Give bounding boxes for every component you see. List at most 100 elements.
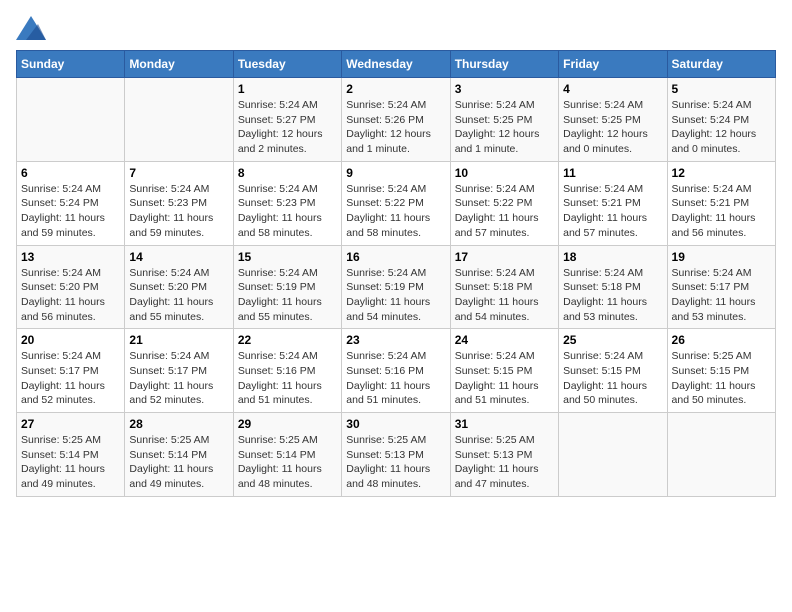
day-number: 27 (21, 417, 120, 431)
weekday-monday: Monday (125, 51, 233, 78)
day-number: 2 (346, 82, 445, 96)
calendar-cell: 26 Sunrise: 5:25 AM Sunset: 5:15 PM Dayli… (667, 329, 775, 413)
week-row-5: 27 Sunrise: 5:25 AM Sunset: 5:14 PM Dayli… (17, 413, 776, 497)
day-detail: Sunrise: 5:24 AM Sunset: 5:16 PM Dayligh… (346, 349, 445, 408)
day-number: 31 (455, 417, 554, 431)
day-detail: Sunrise: 5:24 AM Sunset: 5:20 PM Dayligh… (21, 266, 120, 325)
day-detail: Sunrise: 5:24 AM Sunset: 5:20 PM Dayligh… (129, 266, 228, 325)
day-detail: Sunrise: 5:24 AM Sunset: 5:22 PM Dayligh… (455, 182, 554, 241)
day-detail: Sunrise: 5:24 AM Sunset: 5:17 PM Dayligh… (21, 349, 120, 408)
calendar-cell: 3 Sunrise: 5:24 AM Sunset: 5:25 PM Daylig… (450, 78, 558, 162)
weekday-saturday: Saturday (667, 51, 775, 78)
calendar-cell: 6Sunrise: 5:24 AM Sunset: 5:24 PM Daylig… (17, 161, 125, 245)
day-detail: Sunrise: 5:25 AM Sunset: 5:14 PM Dayligh… (129, 433, 228, 492)
day-detail: Sunrise: 5:24 AM Sunset: 5:21 PM Dayligh… (563, 182, 662, 241)
week-row-1: 1Sunrise: 5:24 AM Sunset: 5:27 PM Daylig… (17, 78, 776, 162)
weekday-header-row: SundayMondayTuesdayWednesdayThursdayFrid… (17, 51, 776, 78)
day-detail: Sunrise: 5:24 AM Sunset: 5:23 PM Dayligh… (129, 182, 228, 241)
day-number: 22 (238, 333, 337, 347)
day-detail: Sunrise: 5:24 AM Sunset: 5:17 PM Dayligh… (129, 349, 228, 408)
day-number: 5 (672, 82, 771, 96)
day-number: 8 (238, 166, 337, 180)
day-detail: Sunrise: 5:24 AM Sunset: 5:19 PM Dayligh… (346, 266, 445, 325)
day-detail: Sunrise: 5:25 AM Sunset: 5:14 PM Dayligh… (238, 433, 337, 492)
calendar-cell: 5Sunrise: 5:24 AM Sunset: 5:24 PM Daylig… (667, 78, 775, 162)
day-number: 17 (455, 250, 554, 264)
weekday-thursday: Thursday (450, 51, 558, 78)
calendar-cell: 20 Sunrise: 5:24 AM Sunset: 5:17 PM Dayli… (17, 329, 125, 413)
calendar-cell: 8 Sunrise: 5:24 AM Sunset: 5:23 PM Daylig… (233, 161, 341, 245)
calendar-cell (559, 413, 667, 497)
calendar-cell: 7Sunrise: 5:24 AM Sunset: 5:23 PM Daylig… (125, 161, 233, 245)
day-detail: Sunrise: 5:24 AM Sunset: 5:24 PM Dayligh… (21, 182, 120, 241)
calendar-cell: 23 Sunrise: 5:24 AM Sunset: 5:16 PM Dayli… (342, 329, 450, 413)
day-detail: Sunrise: 5:24 AM Sunset: 5:15 PM Dayligh… (455, 349, 554, 408)
weekday-friday: Friday (559, 51, 667, 78)
day-detail: Sunrise: 5:24 AM Sunset: 5:21 PM Dayligh… (672, 182, 771, 241)
day-detail: Sunrise: 5:24 AM Sunset: 5:18 PM Dayligh… (455, 266, 554, 325)
logo (16, 16, 50, 40)
day-number: 12 (672, 166, 771, 180)
day-number: 19 (672, 250, 771, 264)
calendar-cell (17, 78, 125, 162)
day-number: 26 (672, 333, 771, 347)
day-number: 24 (455, 333, 554, 347)
weekday-sunday: Sunday (17, 51, 125, 78)
header (16, 16, 776, 40)
calendar-cell: 14Sunrise: 5:24 AM Sunset: 5:20 PM Dayli… (125, 245, 233, 329)
logo-icon (16, 16, 46, 40)
calendar-cell: 24 Sunrise: 5:24 AM Sunset: 5:15 PM Dayli… (450, 329, 558, 413)
day-number: 23 (346, 333, 445, 347)
calendar-cell: 18 Sunrise: 5:24 AM Sunset: 5:18 PM Dayli… (559, 245, 667, 329)
calendar-cell: 16 Sunrise: 5:24 AM Sunset: 5:19 PM Dayli… (342, 245, 450, 329)
day-number: 20 (21, 333, 120, 347)
day-detail: Sunrise: 5:24 AM Sunset: 5:22 PM Dayligh… (346, 182, 445, 241)
calendar-cell (667, 413, 775, 497)
calendar-cell: 29Sunrise: 5:25 AM Sunset: 5:14 PM Dayli… (233, 413, 341, 497)
day-number: 21 (129, 333, 228, 347)
day-detail: Sunrise: 5:25 AM Sunset: 5:13 PM Dayligh… (346, 433, 445, 492)
day-number: 15 (238, 250, 337, 264)
week-row-4: 20 Sunrise: 5:24 AM Sunset: 5:17 PM Dayli… (17, 329, 776, 413)
day-number: 11 (563, 166, 662, 180)
day-number: 16 (346, 250, 445, 264)
day-number: 13 (21, 250, 120, 264)
day-detail: Sunrise: 5:24 AM Sunset: 5:18 PM Dayligh… (563, 266, 662, 325)
day-number: 3 (455, 82, 554, 96)
day-detail: Sunrise: 5:25 AM Sunset: 5:15 PM Dayligh… (672, 349, 771, 408)
day-detail: Sunrise: 5:25 AM Sunset: 5:13 PM Dayligh… (455, 433, 554, 492)
calendar-cell: 11 Sunrise: 5:24 AM Sunset: 5:21 PM Dayli… (559, 161, 667, 245)
calendar-cell: 17 Sunrise: 5:24 AM Sunset: 5:18 PM Dayli… (450, 245, 558, 329)
calendar-cell: 10Sunrise: 5:24 AM Sunset: 5:22 PM Dayli… (450, 161, 558, 245)
calendar-cell: 31 Sunrise: 5:25 AM Sunset: 5:13 PM Dayli… (450, 413, 558, 497)
day-detail: Sunrise: 5:24 AM Sunset: 5:19 PM Dayligh… (238, 266, 337, 325)
day-detail: Sunrise: 5:24 AM Sunset: 5:26 PM Dayligh… (346, 98, 445, 157)
day-number: 9 (346, 166, 445, 180)
day-detail: Sunrise: 5:24 AM Sunset: 5:23 PM Dayligh… (238, 182, 337, 241)
calendar-cell: 21 Sunrise: 5:24 AM Sunset: 5:17 PM Dayli… (125, 329, 233, 413)
day-number: 18 (563, 250, 662, 264)
calendar-cell: 15 Sunrise: 5:24 AM Sunset: 5:19 PM Dayli… (233, 245, 341, 329)
calendar-table: SundayMondayTuesdayWednesdayThursdayFrid… (16, 50, 776, 497)
day-number: 30 (346, 417, 445, 431)
calendar-cell: 4Sunrise: 5:24 AM Sunset: 5:25 PM Daylig… (559, 78, 667, 162)
day-number: 4 (563, 82, 662, 96)
calendar-cell (125, 78, 233, 162)
calendar-cell: 12 Sunrise: 5:24 AM Sunset: 5:21 PM Dayli… (667, 161, 775, 245)
weekday-wednesday: Wednesday (342, 51, 450, 78)
calendar-cell: 25Sunrise: 5:24 AM Sunset: 5:15 PM Dayli… (559, 329, 667, 413)
day-number: 1 (238, 82, 337, 96)
calendar-cell: 27Sunrise: 5:25 AM Sunset: 5:14 PM Dayli… (17, 413, 125, 497)
calendar-cell: 22Sunrise: 5:24 AM Sunset: 5:16 PM Dayli… (233, 329, 341, 413)
week-row-2: 6Sunrise: 5:24 AM Sunset: 5:24 PM Daylig… (17, 161, 776, 245)
calendar-body: 1Sunrise: 5:24 AM Sunset: 5:27 PM Daylig… (17, 78, 776, 497)
calendar-cell: 2 Sunrise: 5:24 AM Sunset: 5:26 PM Daylig… (342, 78, 450, 162)
calendar-cell: 9 Sunrise: 5:24 AM Sunset: 5:22 PM Daylig… (342, 161, 450, 245)
day-detail: Sunrise: 5:24 AM Sunset: 5:25 PM Dayligh… (455, 98, 554, 157)
day-number: 28 (129, 417, 228, 431)
calendar-cell: 19 Sunrise: 5:24 AM Sunset: 5:17 PM Dayli… (667, 245, 775, 329)
calendar-cell: 1Sunrise: 5:24 AM Sunset: 5:27 PM Daylig… (233, 78, 341, 162)
week-row-3: 13 Sunrise: 5:24 AM Sunset: 5:20 PM Dayli… (17, 245, 776, 329)
day-detail: Sunrise: 5:24 AM Sunset: 5:17 PM Dayligh… (672, 266, 771, 325)
day-number: 25 (563, 333, 662, 347)
